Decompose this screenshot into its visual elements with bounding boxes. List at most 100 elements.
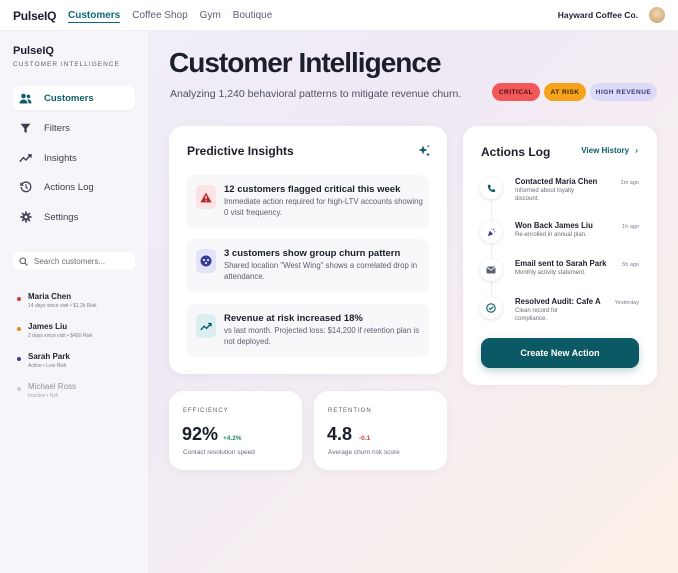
top-bar: PulseIQ Customers Coffee Shop Gym Boutiq… bbox=[0, 0, 678, 31]
sidebar-item-customers[interactable]: Customers bbox=[13, 86, 135, 110]
brand-logo[interactable]: PulseIQ bbox=[13, 9, 56, 23]
customer-list-item[interactable]: Michael Ross Inactive • N/A bbox=[17, 382, 137, 404]
metric-value: 4.8 bbox=[327, 424, 353, 444]
customer-meta: 14 days since visit • $1.2k Risk bbox=[28, 303, 97, 309]
nav-coffee-shop[interactable]: Coffee Shop bbox=[132, 0, 187, 31]
action-description: Monthly activity statement. bbox=[515, 270, 586, 276]
risk-dot-at-risk bbox=[17, 327, 21, 331]
customer-name: Maria Chen bbox=[28, 292, 72, 301]
view-history-link[interactable]: View History › bbox=[581, 146, 638, 155]
insight-description: vs last month. Projected loss: $14,200 i… bbox=[224, 326, 420, 346]
customer-name: Sarah Park bbox=[28, 352, 70, 361]
sidebar-item-label: Insights bbox=[44, 152, 77, 164]
sidebar-item-label: Settings bbox=[44, 211, 79, 223]
search-bar bbox=[13, 252, 135, 270]
insight-description: Shared location "West Wing" shows a corr… bbox=[224, 261, 418, 281]
filter-icon bbox=[19, 122, 32, 135]
actions-log-card: Actions Log View History › Contacted Mar… bbox=[463, 126, 657, 385]
customer-name: James Liu bbox=[28, 322, 68, 331]
filter-pill-at-risk[interactable]: AT RISK bbox=[544, 83, 586, 101]
action-title: Won Back James Liu bbox=[515, 221, 593, 230]
customer-meta: 2 days since visit • $450 Risk bbox=[28, 333, 93, 339]
gear-icon bbox=[19, 211, 32, 224]
sidebar-brand: PulseIQ bbox=[13, 45, 54, 57]
verified-icon bbox=[480, 297, 502, 319]
action-log-item[interactable]: Won Back James Liu Re-enrolled in annual… bbox=[480, 221, 650, 251]
trend-icon bbox=[19, 152, 32, 165]
action-time: Yesterday bbox=[614, 300, 639, 306]
insight-title: 3 customers show group churn pattern bbox=[224, 248, 401, 259]
action-description: Informed about loyalty discount. bbox=[515, 188, 575, 202]
customer-list-item[interactable]: James Liu 2 days since visit • $450 Risk bbox=[17, 322, 137, 344]
metric-description: Contact resolution speed bbox=[183, 449, 255, 456]
risk-dot-critical bbox=[17, 297, 21, 301]
risk-dot-inactive bbox=[17, 387, 21, 391]
customer-meta: Inactive • N/A bbox=[28, 393, 59, 399]
insight-row[interactable]: 12 customers flagged critical this week … bbox=[186, 175, 429, 228]
metric-delta: -0.1 bbox=[359, 435, 371, 442]
filter-pill-high-revenue[interactable]: HIGH REVENUE bbox=[590, 83, 657, 101]
create-new-action-button[interactable]: Create New Action bbox=[481, 338, 639, 368]
nav-customers[interactable]: Customers bbox=[68, 0, 121, 31]
mail-icon bbox=[480, 259, 502, 281]
action-time: 5h ago bbox=[622, 262, 639, 268]
users-icon bbox=[19, 92, 32, 105]
card-title: Actions Log bbox=[481, 145, 551, 159]
metric-label: RETENTION bbox=[328, 408, 372, 414]
sidebar-item-settings[interactable]: Settings bbox=[13, 205, 135, 229]
metric-label: EFFICIENCY bbox=[183, 408, 229, 414]
trending-up-icon bbox=[196, 314, 216, 338]
sidebar-item-label: Actions Log bbox=[44, 181, 94, 193]
action-log-item[interactable]: Resolved Audit: Cafe A Clean record for … bbox=[480, 297, 650, 327]
sidebar-item-filters[interactable]: Filters bbox=[13, 116, 135, 140]
sidebar-item-insights[interactable]: Insights bbox=[13, 146, 135, 170]
chevron-right-icon: › bbox=[635, 146, 638, 155]
action-title: Contacted Maria Chen bbox=[515, 177, 598, 186]
action-title: Resolved Audit: Cafe A bbox=[515, 297, 601, 306]
filter-pill-critical[interactable]: CRITICAL bbox=[492, 83, 540, 101]
predictive-insights-card: Predictive Insights 12 customers flagged… bbox=[169, 126, 447, 374]
action-description: Re-enrolled in annual plan. bbox=[515, 232, 587, 238]
avatar[interactable] bbox=[649, 7, 665, 23]
action-time: 1h ago bbox=[622, 224, 639, 230]
history-icon bbox=[19, 181, 32, 194]
insight-description: Immediate action required for high-LTV a… bbox=[224, 197, 423, 217]
customer-name: Michael Ross bbox=[28, 382, 77, 391]
sparkle-icon[interactable] bbox=[417, 144, 431, 158]
action-log-item[interactable]: Email sent to Sarah Park Monthly activit… bbox=[480, 259, 650, 289]
card-title: Predictive Insights bbox=[187, 144, 294, 158]
celebration-icon bbox=[480, 221, 502, 243]
action-description: Clean record for compliance. bbox=[515, 308, 559, 322]
top-nav: Customers Coffee Shop Gym Boutique bbox=[68, 0, 272, 31]
retention-metric-card: RETENTION 4.8 -0.1 Average churn risk sc… bbox=[314, 391, 447, 470]
sidebar: PulseIQ CUSTOMER INTELLIGENCE Customers … bbox=[0, 31, 149, 573]
metric-value: 92% bbox=[182, 424, 219, 444]
sidebar-subtitle: CUSTOMER INTELLIGENCE bbox=[13, 61, 120, 68]
risk-dot-active bbox=[17, 357, 21, 361]
sidebar-item-label: Customers bbox=[44, 92, 94, 104]
insight-row[interactable]: Revenue at risk increased 18% vs last mo… bbox=[186, 304, 429, 357]
insight-title: Revenue at risk increased 18% bbox=[224, 313, 363, 324]
action-time: 2m ago bbox=[620, 180, 639, 186]
customer-list-item[interactable]: Sarah Park Active • Low Risk bbox=[17, 352, 137, 374]
efficiency-metric-card: EFFICIENCY 92% +4.2% Contact resolution … bbox=[169, 391, 302, 470]
group-icon bbox=[196, 249, 216, 273]
action-title: Email sent to Sarah Park bbox=[515, 259, 607, 268]
sidebar-item-actions-log[interactable]: Actions Log bbox=[13, 175, 135, 199]
page-subtitle: Analyzing 1,240 behavioral patterns to m… bbox=[170, 88, 462, 100]
org-name[interactable]: Hayward Coffee Co. bbox=[558, 10, 638, 20]
insight-title: 12 customers flagged critical this week bbox=[224, 184, 401, 195]
action-log-item[interactable]: Contacted Maria Chen Informed about loya… bbox=[480, 177, 650, 207]
page-title: Customer Intelligence bbox=[169, 47, 442, 78]
nav-gym[interactable]: Gym bbox=[200, 0, 221, 31]
phone-icon bbox=[480, 177, 502, 199]
customer-meta: Active • Low Risk bbox=[28, 363, 67, 369]
customer-list-item[interactable]: Maria Chen 14 days since visit • $1.2k R… bbox=[17, 292, 137, 314]
metric-delta: +4.2% bbox=[223, 435, 242, 442]
nav-boutique[interactable]: Boutique bbox=[233, 0, 272, 31]
sidebar-item-label: Filters bbox=[44, 122, 70, 134]
view-history-label: View History bbox=[581, 146, 630, 155]
insight-row[interactable]: 3 customers show group churn pattern Sha… bbox=[186, 239, 429, 292]
search-input[interactable] bbox=[34, 256, 124, 266]
search-icon bbox=[19, 256, 28, 266]
